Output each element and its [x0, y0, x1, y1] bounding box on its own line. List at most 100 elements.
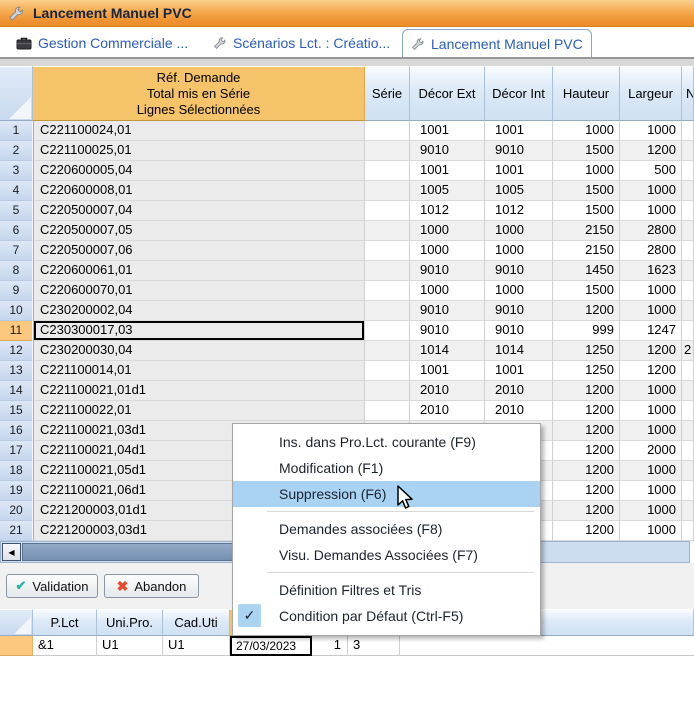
column-header-p-lct[interactable]: P.Lct [33, 609, 97, 636]
row-number-cell[interactable]: 12 [0, 341, 33, 361]
decor-int-cell[interactable]: 1005 [485, 181, 553, 201]
row-number-cell[interactable]: 13 [0, 361, 33, 381]
row-number-cell[interactable]: 5 [0, 201, 33, 221]
largeur-cell[interactable]: 1000 [620, 281, 682, 301]
column-header-decor-int[interactable]: Décor Int [485, 66, 553, 121]
ref-demande-cell[interactable]: C221100024,01 [33, 121, 365, 141]
serie-cell[interactable] [365, 401, 410, 421]
decor-ext-cell[interactable]: 1014 [410, 341, 485, 361]
largeur-cell[interactable]: 1000 [620, 301, 682, 321]
decor-int-cell[interactable]: 1012 [485, 201, 553, 221]
hauteur-cell[interactable]: 1200 [553, 461, 620, 481]
decor-int-cell[interactable]: 9010 [485, 261, 553, 281]
ref-demande-cell[interactable]: C221100022,01 [33, 401, 365, 421]
n-cell[interactable] [682, 401, 694, 421]
n-cell[interactable] [682, 221, 694, 241]
n-cell[interactable] [682, 161, 694, 181]
decor-ext-cell[interactable]: 9010 [410, 141, 485, 161]
serie-cell[interactable] [365, 121, 410, 141]
row-indicator-cell[interactable] [0, 636, 33, 656]
column-header-serie[interactable]: Série [365, 66, 410, 121]
hauteur-cell[interactable]: 1500 [553, 181, 620, 201]
hauteur-cell[interactable]: 1200 [553, 301, 620, 321]
n-cell[interactable] [682, 501, 694, 521]
hauteur-cell[interactable]: 1450 [553, 261, 620, 281]
ref-demande-cell[interactable]: C230200002,04 [33, 301, 365, 321]
ref-demande-cell[interactable]: C220600008,01 [33, 181, 365, 201]
serie-cell[interactable] [365, 201, 410, 221]
context-menu-item[interactable]: Modification (F1) [233, 455, 540, 481]
decor-int-cell[interactable]: 1001 [485, 121, 553, 141]
decor-int-cell[interactable]: 9010 [485, 321, 553, 341]
context-menu-item[interactable]: Visu. Demandes Associées (F7) [233, 542, 540, 568]
tab-lancement-manuel-pvc[interactable]: Lancement Manuel PVC [402, 29, 592, 57]
ref-demande-cell[interactable]: C220500007,05 [33, 221, 365, 241]
largeur-cell[interactable]: 1000 [620, 421, 682, 441]
decor-ext-cell[interactable]: 1000 [410, 221, 485, 241]
largeur-cell[interactable]: 1000 [620, 481, 682, 501]
row-number-cell[interactable]: 11 [0, 321, 33, 341]
largeur-cell[interactable]: 1623 [620, 261, 682, 281]
decor-ext-cell[interactable]: 1001 [410, 121, 485, 141]
decor-ext-cell[interactable]: 1001 [410, 361, 485, 381]
ref-demande-cell[interactable]: C221100014,01 [33, 361, 365, 381]
context-menu-item[interactable]: Demandes associées (F8) [233, 516, 540, 542]
hauteur-cell[interactable]: 1250 [553, 341, 620, 361]
row-number-cell[interactable]: 7 [0, 241, 33, 261]
serie-cell[interactable] [365, 281, 410, 301]
decor-int-cell[interactable]: 2010 [485, 381, 553, 401]
n-cell[interactable] [682, 281, 694, 301]
column-header-hauteur[interactable]: Hauteur [553, 66, 620, 121]
context-menu-item[interactable]: ✓Condition par Défaut (Ctrl-F5) [233, 603, 540, 629]
n-cell[interactable] [682, 481, 694, 501]
context-menu-item[interactable]: Ins. dans Pro.Lct. courante (F9) [233, 429, 540, 455]
row-number-cell[interactable]: 14 [0, 381, 33, 401]
decor-ext-cell[interactable]: 2010 [410, 401, 485, 421]
ref-demande-cell[interactable]: C230200030,04 [33, 341, 365, 361]
n-cell[interactable] [682, 241, 694, 261]
hauteur-cell[interactable]: 1200 [553, 441, 620, 461]
hauteur-cell[interactable]: 1200 [553, 501, 620, 521]
n-cell[interactable] [682, 381, 694, 401]
largeur-cell[interactable]: 1200 [620, 341, 682, 361]
row-number-cell[interactable]: 3 [0, 161, 33, 181]
n-cell[interactable] [682, 521, 694, 541]
largeur-cell[interactable]: 1000 [620, 201, 682, 221]
decor-int-cell[interactable]: 1000 [485, 241, 553, 261]
largeur-cell[interactable]: 1000 [620, 461, 682, 481]
row-number-cell[interactable]: 19 [0, 481, 33, 501]
abandon-button[interactable]: ✖ Abandon [104, 574, 199, 598]
serie-cell[interactable] [365, 141, 410, 161]
column-header-n[interactable]: N [682, 66, 694, 121]
scroll-left-arrow-icon[interactable]: ◀ [2, 543, 21, 561]
qty-cell[interactable]: 1 [312, 636, 348, 656]
select-all-corner[interactable] [0, 66, 33, 121]
row-number-cell[interactable]: 15 [0, 401, 33, 421]
serie-cell[interactable] [365, 381, 410, 401]
tab-scenarios-lct[interactable]: Scénarios Lct. : Créatio... [205, 31, 398, 55]
largeur-cell[interactable]: 1200 [620, 361, 682, 381]
hauteur-cell[interactable]: 1500 [553, 201, 620, 221]
ref-demande-cell[interactable]: C220600005,04 [33, 161, 365, 181]
tab-gestion-commerciale[interactable]: Gestion Commerciale ... [8, 31, 196, 55]
decor-ext-cell[interactable]: 2010 [410, 381, 485, 401]
row-number-cell[interactable]: 16 [0, 421, 33, 441]
n-cell[interactable] [682, 321, 694, 341]
serie-cell[interactable] [365, 161, 410, 181]
largeur-cell[interactable]: 2000 [620, 441, 682, 461]
decor-int-cell[interactable]: 1001 [485, 361, 553, 381]
validation-button[interactable]: ✔ Validation [6, 574, 98, 598]
row-number-cell[interactable]: 8 [0, 261, 33, 281]
n-cell[interactable] [682, 301, 694, 321]
decor-int-cell[interactable]: 9010 [485, 301, 553, 321]
n-cell[interactable]: 2 [682, 341, 694, 361]
largeur-cell[interactable]: 1247 [620, 321, 682, 341]
serie-cell[interactable] [365, 321, 410, 341]
largeur-cell[interactable]: 2800 [620, 241, 682, 261]
serie-cell[interactable] [365, 221, 410, 241]
hauteur-cell[interactable]: 1200 [553, 421, 620, 441]
decor-ext-cell[interactable]: 1000 [410, 281, 485, 301]
largeur-cell[interactable]: 1000 [620, 401, 682, 421]
hauteur-cell[interactable]: 1500 [553, 141, 620, 161]
n-cell[interactable] [682, 141, 694, 161]
